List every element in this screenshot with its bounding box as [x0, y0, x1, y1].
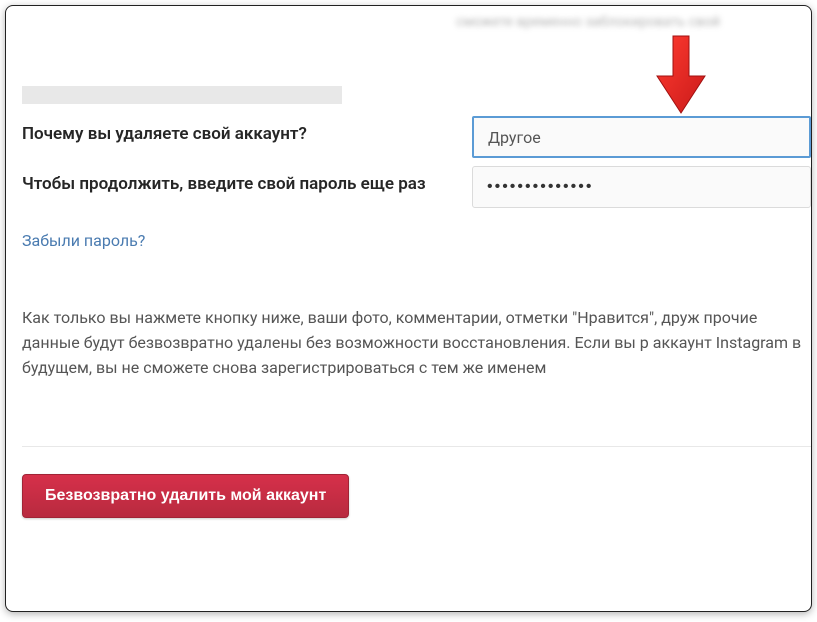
- delete-account-button[interactable]: Безвозвратно удалить мой аккаунт: [22, 474, 349, 518]
- reason-label: Почему вы удаляете свой аккаунт?: [22, 116, 472, 144]
- deletion-warning-text: Как только вы нажмете кнопку ниже, ваши …: [22, 306, 811, 380]
- blurred-top-text: сможете временно заблокировать свой: [456, 14, 811, 32]
- password-input[interactable]: [472, 166, 811, 208]
- redacted-username-bar: [22, 86, 342, 104]
- reason-row: Почему вы удаляете свой аккаунт? Другое: [22, 116, 811, 158]
- password-label: Чтобы продолжить, введите свой пароль ещ…: [22, 166, 472, 194]
- arrow-down-icon: [651, 31, 711, 116]
- reason-select[interactable]: Другое: [472, 116, 811, 158]
- password-row: Чтобы продолжить, введите свой пароль ещ…: [22, 166, 811, 208]
- forgot-password-link[interactable]: Забыли пароль?: [22, 231, 145, 250]
- divider: [22, 446, 811, 447]
